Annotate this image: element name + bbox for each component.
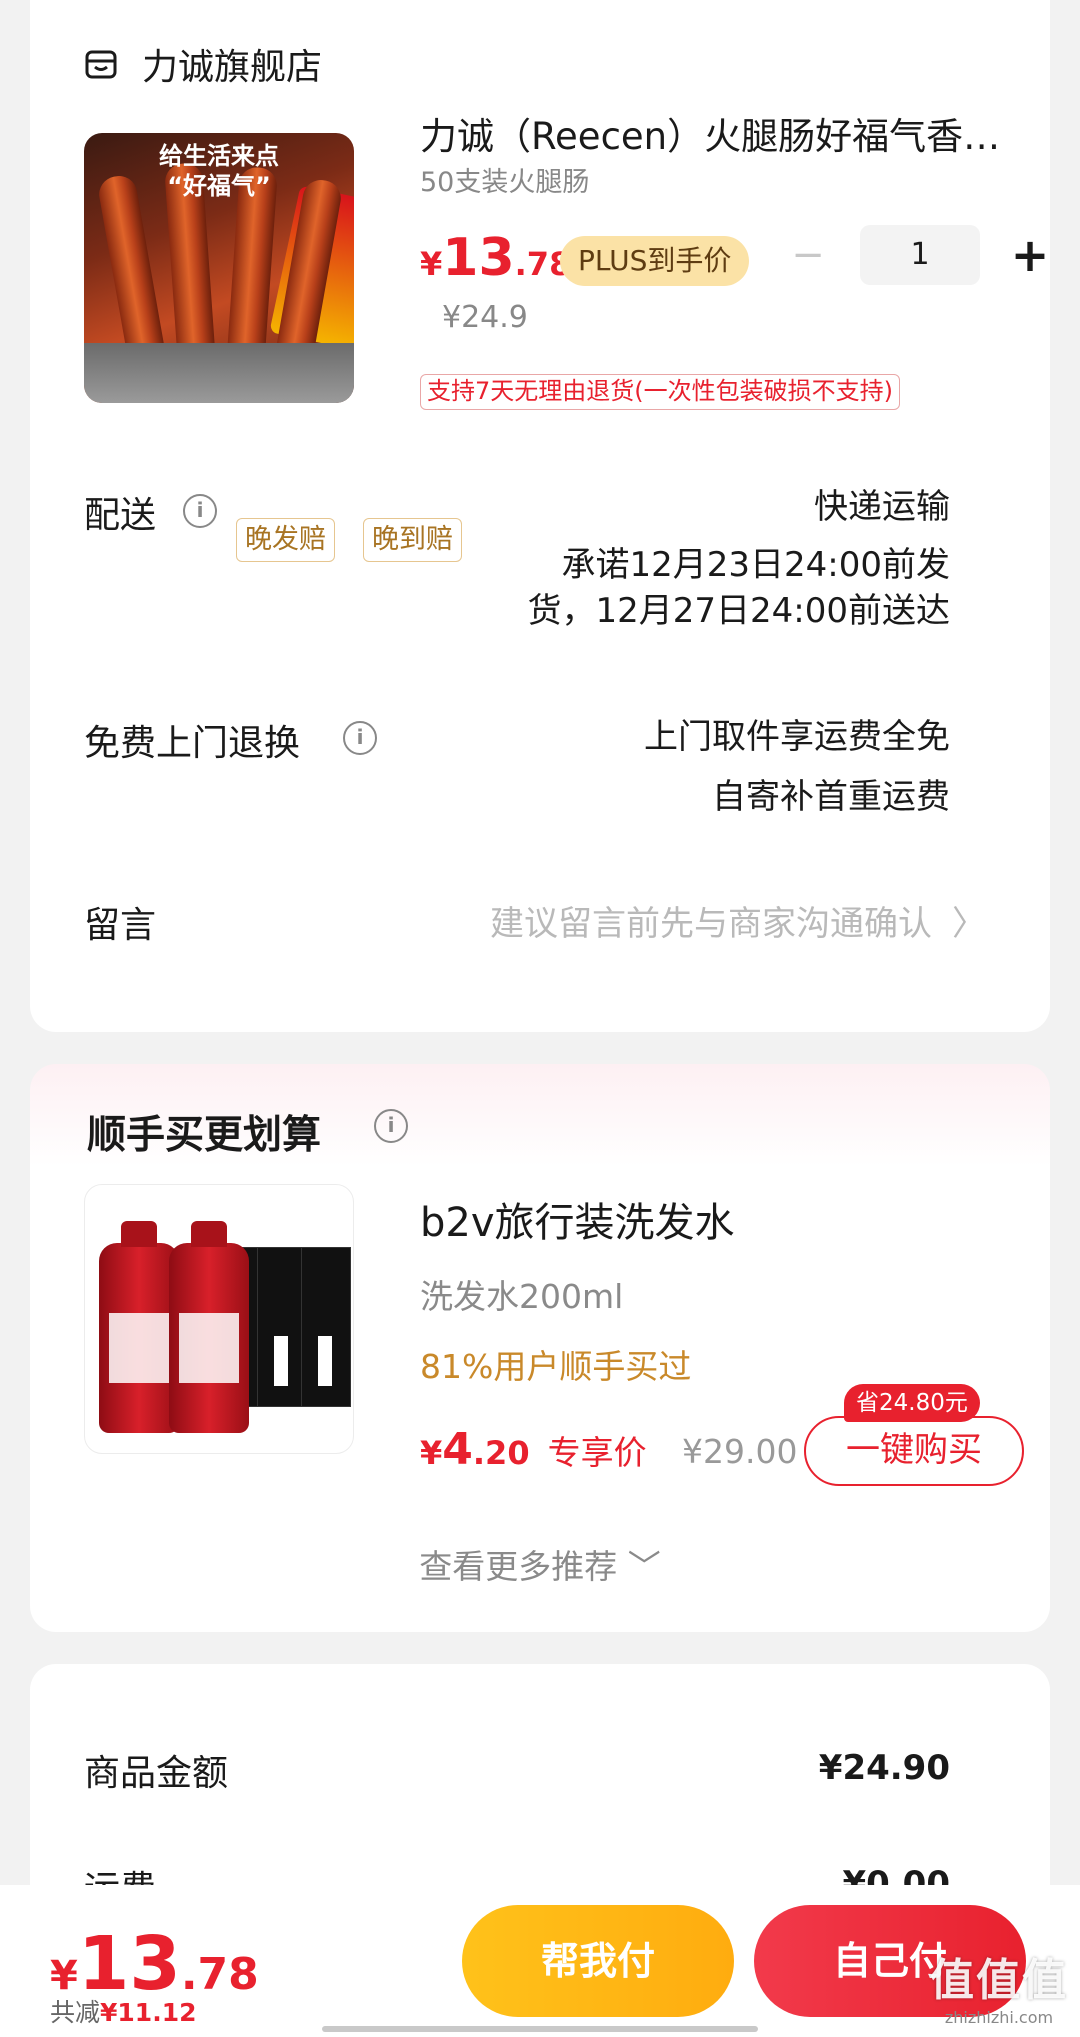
upsell-product-image[interactable] [84, 1184, 354, 1454]
home-indicator[interactable] [322, 2026, 758, 2032]
return-policy-tag: 支持7天无理由退货(一次性包装破损不支持) [420, 374, 900, 410]
quantity-input[interactable]: 1 [860, 225, 980, 285]
product-spec[interactable]: 50支装火腿肠 [420, 160, 589, 199]
product-image-promo: 给生活来点 “好福气” [159, 142, 279, 200]
total-discount[interactable]: 共减¥11.12 [50, 1993, 197, 2029]
help-me-pay-button[interactable]: 帮我付 [462, 1905, 734, 2017]
delivery-promise: 承诺12月23日24:00前发 货，12月27日24:00前送达 [527, 545, 950, 631]
free-return-label: 免费上门退换 [84, 723, 301, 764]
message-label: 留言 [84, 905, 157, 946]
product-image[interactable]: 给生活来点 “好福气” [84, 133, 354, 403]
save-badge: 省24.80元 [844, 1384, 980, 1422]
upsell-bought-rate: 81%用户顺手买过 [420, 1347, 692, 1386]
product-title[interactable]: 力诚（Reecen）火腿肠好福气香… [420, 106, 1020, 160]
store-name: 力诚旗舰店 [142, 47, 323, 88]
upsell-original-price: ¥29.00 [682, 1432, 798, 1471]
order-card: 力诚旗舰店 给生活来点 “好福气” 力诚（Reecen）火腿肠好福气香… 50支… [30, 0, 1050, 1032]
delivery-info-icon[interactable]: i [183, 494, 217, 528]
upsell-card: 顺手买更划算 i b2v旅行装洗发水 洗发水200ml 81%用户顺手买过 ¥ … [30, 1064, 1050, 1632]
store-header[interactable]: 力诚旗舰店 [84, 38, 322, 90]
shop-icon [85, 50, 117, 79]
upsell-title: 顺手买更划算 [87, 1113, 322, 1158]
upsell-product-spec: 洗发水200ml [420, 1277, 624, 1316]
quantity-stepper: − 1 + [786, 225, 1052, 285]
late-ship-tag: 晚发赔 [236, 518, 335, 562]
free-return-detail: 上门取件享运费全免 自寄补首重运费 [644, 717, 950, 817]
checkout-bar: ¥ 13 .78 共减¥11.12 帮我付 自己付 [0, 1885, 1080, 2037]
delivery-method[interactable]: 快递运输 [814, 484, 950, 530]
goods-amount-value: ¥24.90 [818, 1748, 950, 1788]
message-input[interactable]: 建议留言前先与商家沟通确认 〉 [490, 896, 986, 945]
delivery-label: 配送 [84, 495, 157, 536]
free-return-info-icon[interactable]: i [343, 721, 377, 755]
decrease-button[interactable]: − [786, 235, 830, 275]
chevron-right-icon: 〉 [952, 904, 986, 944]
product-price: ¥ 13 .78 [420, 228, 572, 288]
original-price: ¥24.9 [442, 300, 528, 335]
late-arrive-tag: 晚到赔 [363, 518, 462, 562]
upsell-info-icon[interactable]: i [374, 1109, 408, 1143]
increase-button[interactable]: + [1008, 232, 1052, 278]
upsell-product-name[interactable]: b2v旅行装洗发水 [420, 1190, 735, 1248]
upsell-price: ¥ 4 .20 专享价 [420, 1424, 647, 1475]
one-click-buy-button[interactable]: 一键购买 [804, 1416, 1024, 1486]
goods-amount-label: 商品金额 [84, 1753, 229, 1794]
plus-price-tag: PLUS到手价 [560, 236, 750, 286]
site-watermark: 值值值 zhizhizhi.com [930, 1955, 1068, 2027]
see-more-recommendations[interactable]: 查看更多推荐 ﹀ [30, 1540, 1050, 1588]
